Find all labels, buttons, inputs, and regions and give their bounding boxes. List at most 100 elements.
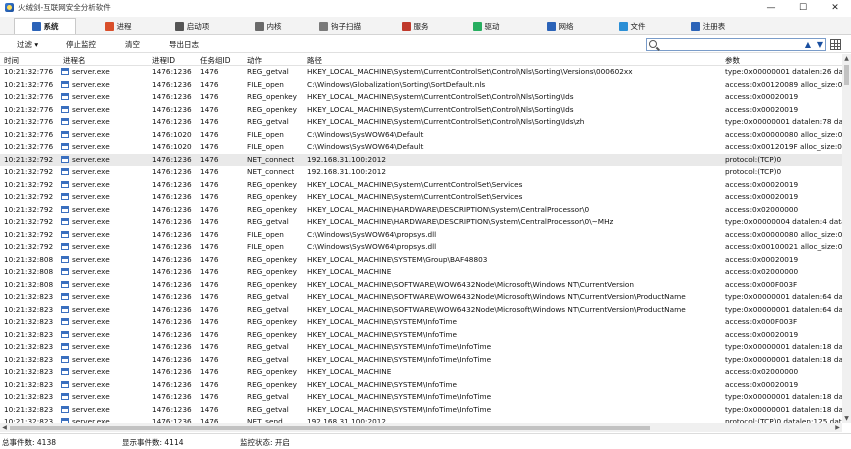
cell-group-id: 1476 — [200, 379, 219, 389]
cell-action: REG_openkey — [247, 317, 297, 326]
table-row[interactable]: 10:21:32:792 server.exe 1476:1236 1476 NET_c… — [0, 153, 842, 166]
close-button[interactable]: ✕ — [819, 0, 851, 15]
table-row[interactable]: 10:21:32:792 server.exe 1476:1236 1476 FILE_… — [0, 229, 842, 242]
cell-process: server.exe — [61, 67, 149, 76]
cell-pid: 1476:1236 — [152, 304, 192, 314]
cell-time: 10:21:32:823 — [4, 317, 54, 326]
cell-time: 10:21:32:792 — [4, 204, 54, 214]
table-row[interactable]: 10:21:32:792 server.exe 1476:1236 1476 REG_o… — [0, 179, 842, 192]
maximize-button[interactable]: ☐ — [787, 0, 819, 15]
tab-label: 内核 — [266, 21, 282, 31]
table-row[interactable]: 10:21:32:823 server.exe 1476:1236 1476 REG_g… — [0, 391, 842, 404]
tab-system[interactable]: 系统 — [14, 18, 76, 34]
scroll-left-icon[interactable]: ◀ — [0, 423, 9, 432]
table-row[interactable]: 10:21:32:823 server.exe 1476:1236 1476 REG_o… — [0, 379, 842, 392]
table-row[interactable]: 10:21:32:776 server.exe 1476:1020 1476 FILE_… — [0, 129, 842, 142]
vertical-scroll-thumb[interactable] — [844, 65, 849, 85]
service-icon — [401, 21, 411, 31]
scroll-right-icon[interactable]: ▶ — [833, 423, 842, 432]
tab-registry[interactable]: 注册表 — [677, 18, 739, 34]
tab-file[interactable]: 文件 — [607, 18, 657, 34]
cell-action: NET_connect — [247, 154, 295, 164]
column-settings-icon[interactable] — [830, 39, 841, 50]
cell-pid: 1476:1020 — [152, 142, 192, 151]
shown-events: 显示事件数: 4114 — [122, 438, 184, 447]
table-row[interactable]: 10:21:32:808 server.exe 1476:1236 1476 REG_o… — [0, 254, 842, 267]
cell-param: protocol:(TCP)0 — [725, 167, 782, 176]
table-row[interactable]: 10:21:32:792 server.exe 1476:1236 1476 NET_c… — [0, 166, 842, 179]
cell-path: HKEY_LOCAL_MACHINE\SYSTEM\InfoTime — [307, 317, 457, 326]
cell-action: REG_getval — [247, 217, 289, 226]
search-prev-button[interactable]: ▲ — [803, 40, 813, 50]
cell-group-id: 1476 — [200, 354, 219, 364]
process-icon — [61, 355, 69, 363]
column-header-process[interactable]: 进程名 — [63, 55, 86, 66]
table-row[interactable]: 10:21:32:792 server.exe 1476:1236 1476 REG_o… — [0, 204, 842, 217]
event-table: 时间 进程名 进程ID 任务组ID 动作 路径 参数 10:21:32:776 s… — [0, 54, 842, 423]
column-header-action[interactable]: 动作 — [247, 55, 262, 66]
search-input[interactable] — [661, 39, 801, 50]
table-row[interactable]: 10:21:32:776 server.exe 1476:1236 1476 REG_g… — [0, 116, 842, 129]
process-icon — [61, 230, 69, 238]
column-header-group-id[interactable]: 任务组ID — [200, 55, 231, 66]
cell-group-id: 1476 — [200, 242, 219, 251]
cell-time: 10:21:32:776 — [4, 142, 54, 151]
vertical-scrollbar[interactable]: ▲ ▼ — [842, 54, 851, 423]
table-row[interactable]: 10:21:32:776 server.exe 1476:1236 1476 REG_o… — [0, 104, 842, 117]
cell-process: server.exe — [61, 280, 149, 289]
cell-pid: 1476:1236 — [152, 254, 192, 264]
table-row[interactable]: 10:21:32:792 server.exe 1476:1236 1476 REG_g… — [0, 216, 842, 229]
cell-group-id: 1476 — [200, 254, 219, 264]
network-icon — [546, 21, 556, 31]
table-row[interactable]: 10:21:32:776 server.exe 1476:1020 1476 FILE_… — [0, 141, 842, 154]
horizontal-scrollbar[interactable]: ◀ ▶ — [0, 423, 842, 432]
tab-startup[interactable]: 启动项 — [162, 18, 222, 34]
table-row[interactable]: 10:21:32:792 server.exe 1476:1236 1476 REG_o… — [0, 191, 842, 204]
cell-action: REG_getval — [247, 304, 289, 314]
table-row[interactable]: 10:21:32:823 server.exe 1476:1236 1476 REG_o… — [0, 329, 842, 342]
column-header-param[interactable]: 参数 — [725, 55, 740, 66]
process-icon — [61, 405, 69, 413]
table-row[interactable]: 10:21:32:823 server.exe 1476:1236 1476 REG_g… — [0, 354, 842, 367]
cell-process: server.exe — [61, 330, 149, 339]
cell-group-id: 1476 — [200, 129, 219, 139]
table-row[interactable]: 10:21:32:776 server.exe 1476:1236 1476 REG_g… — [0, 66, 842, 79]
tab-service[interactable]: 服务 — [390, 18, 440, 34]
table-row[interactable]: 10:21:32:808 server.exe 1476:1236 1476 REG_o… — [0, 279, 842, 292]
scroll-down-icon[interactable]: ▼ — [842, 414, 851, 423]
scroll-up-icon[interactable]: ▲ — [842, 54, 851, 63]
table-row[interactable]: 10:21:32:823 server.exe 1476:1236 1476 REG_g… — [0, 291, 842, 304]
table-row[interactable]: 10:21:32:823 server.exe 1476:1236 1476 REG_g… — [0, 404, 842, 417]
cell-path: C:\Windows\SysWOW64\Default — [307, 142, 424, 151]
table-row[interactable]: 10:21:32:776 server.exe 1476:1236 1476 REG_o… — [0, 91, 842, 104]
export-log-button[interactable]: 导出日志 — [169, 38, 199, 51]
table-row[interactable]: 10:21:32:776 server.exe 1476:1236 1476 FILE_… — [0, 79, 842, 92]
table-row[interactable]: 10:21:32:823 server.exe 1476:1236 1476 REG_g… — [0, 304, 842, 317]
tab-network[interactable]: 网络 — [535, 18, 585, 34]
clear-button[interactable]: 清空 — [125, 38, 140, 51]
filter-button[interactable]: 过滤 ▾ — [17, 38, 38, 51]
tab-process[interactable]: 进程 — [92, 18, 144, 34]
column-header-pid[interactable]: 进程ID — [152, 55, 175, 66]
tab-hook-scan[interactable]: 钩子扫描 — [308, 18, 372, 34]
process-name: server.exe — [72, 254, 110, 264]
stop-monitor-button[interactable]: 停止监控 — [66, 38, 96, 51]
cell-path: HKEY_LOCAL_MACHINE\SYSTEM\InfoTime\InfoT… — [307, 404, 492, 414]
minimize-button[interactable]: — — [755, 0, 787, 15]
table-row[interactable]: 10:21:32:823 server.exe 1476:1236 1476 REG_g… — [0, 341, 842, 354]
tab-driver[interactable]: 驱动 — [461, 18, 511, 34]
process-name: server.exe — [72, 342, 110, 351]
cell-process: server.exe — [61, 192, 149, 201]
cell-group-id: 1476 — [200, 142, 219, 151]
table-row[interactable]: 10:21:32:823 server.exe 1476:1236 1476 NET_s… — [0, 416, 842, 423]
search-next-button[interactable]: ▼ — [815, 40, 825, 50]
process-icon — [61, 218, 69, 225]
table-row[interactable]: 10:21:32:823 server.exe 1476:1236 1476 REG_o… — [0, 366, 842, 379]
table-row[interactable]: 10:21:32:792 server.exe 1476:1236 1476 FILE_… — [0, 241, 842, 254]
tab-kernel[interactable]: 内核 — [243, 18, 293, 34]
column-header-path[interactable]: 路径 — [307, 55, 322, 66]
column-header-time[interactable]: 时间 — [4, 55, 19, 66]
table-row[interactable]: 10:21:32:823 server.exe 1476:1236 1476 REG_o… — [0, 316, 842, 329]
horizontal-scroll-thumb[interactable] — [10, 426, 650, 430]
table-row[interactable]: 10:21:32:808 server.exe 1476:1236 1476 REG_o… — [0, 266, 842, 279]
